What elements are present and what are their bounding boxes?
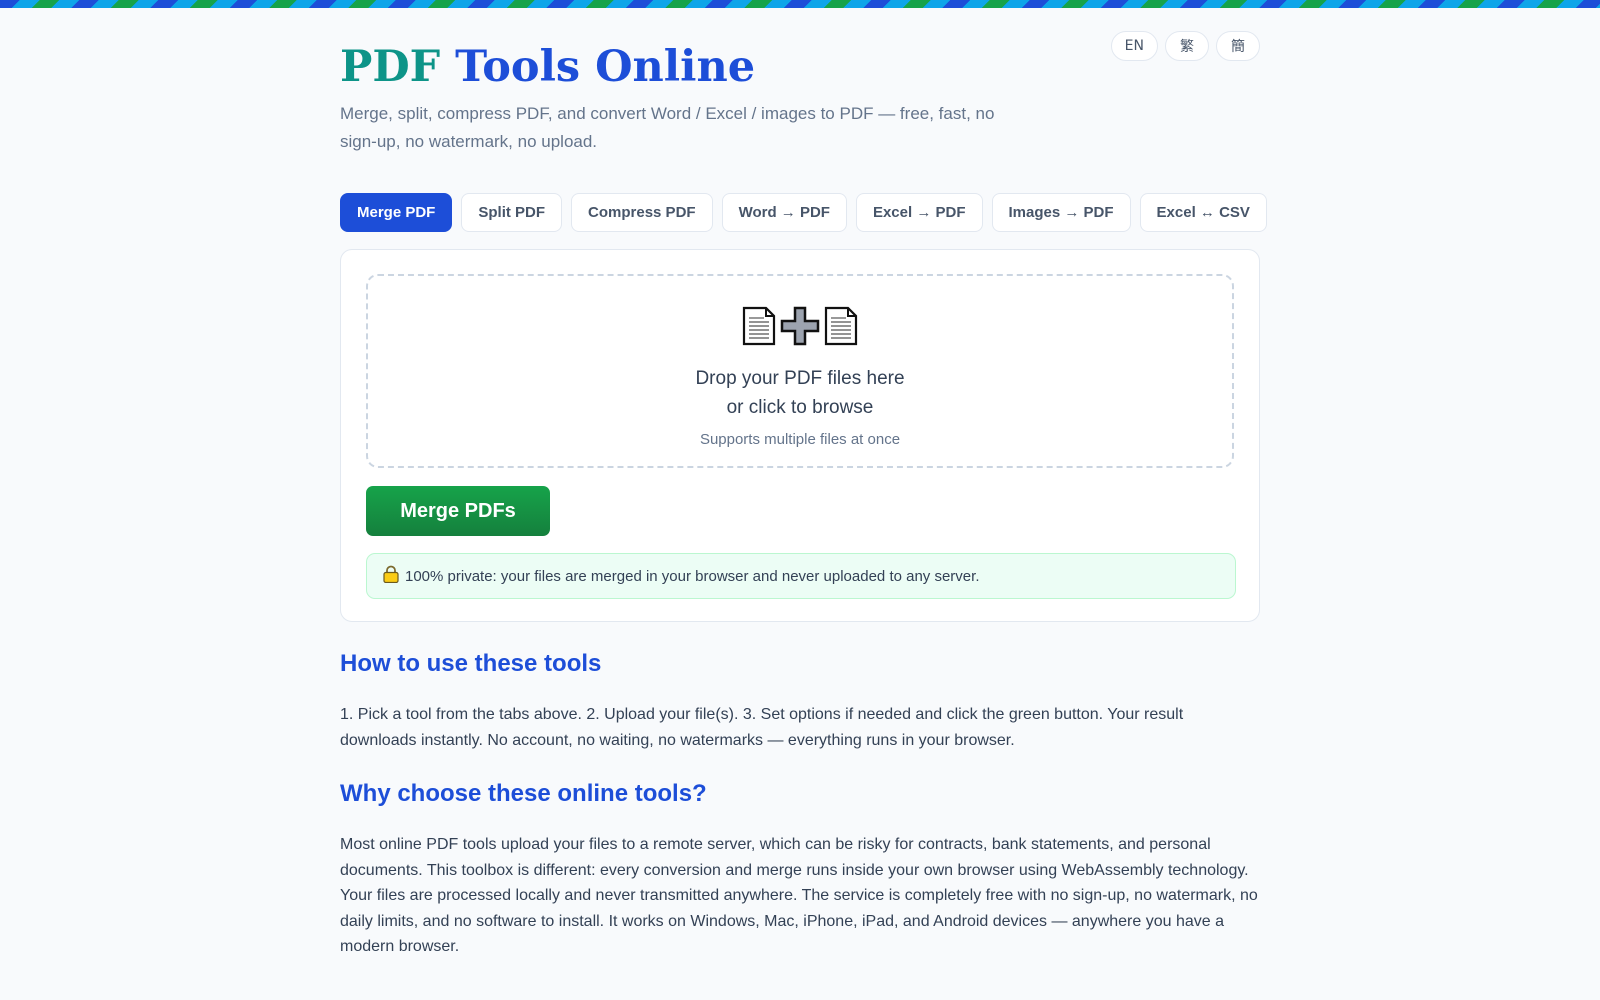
- page-title-rest: Tools Online: [455, 42, 756, 92]
- why-heading: Why choose these online tools?: [340, 780, 707, 807]
- dropzone-subtitle: or click to browse: [726, 397, 874, 418]
- document-icon: [824, 306, 858, 351]
- top-stripe: [0, 0, 1600, 8]
- tab-split-pdf[interactable]: Split PDF: [461, 193, 563, 232]
- dropzone-icons: [368, 306, 1232, 351]
- privacy-notice: 100% private: your files are merged in y…: [366, 553, 1236, 599]
- dropzone-hint: Supports multiple files at once: [699, 431, 901, 448]
- page-title-accent: PDF: [340, 42, 441, 92]
- file-dropzone[interactable]: Drop your PDF files here or click to bro…: [366, 274, 1234, 468]
- page-title: PDF Tools Online: [340, 40, 755, 94]
- tab-excel-to-pdf[interactable]: Excel → PDF: [855, 193, 983, 232]
- tool-card: Drop your PDF files here or click to bro…: [340, 249, 1260, 622]
- howto-heading: How to use these tools: [340, 650, 602, 677]
- lang-button-traditional[interactable]: 繁: [1165, 31, 1209, 61]
- tool-tabs: Merge PDF Split PDF Compress PDF Word → …: [340, 193, 1267, 232]
- tab-merge-pdf[interactable]: Merge PDF: [340, 193, 453, 232]
- plus-icon: [780, 306, 820, 351]
- lang-button-en[interactable]: EN: [1110, 31, 1158, 61]
- dropzone-title: Drop your PDF files here: [695, 368, 905, 389]
- tab-word-to-pdf[interactable]: Word → PDF: [721, 193, 847, 232]
- merge-pdfs-button[interactable]: Merge PDFs: [366, 486, 550, 536]
- why-text: Most online PDF tools upload your files …: [340, 836, 1258, 955]
- lock-icon: [383, 565, 399, 587]
- tab-excel-csv[interactable]: Excel ↔ CSV: [1139, 193, 1267, 232]
- privacy-text: 100% private: your files are merged in y…: [405, 567, 980, 585]
- tab-compress-pdf[interactable]: Compress PDF: [571, 193, 713, 232]
- language-switcher: EN 繁 簡: [1110, 31, 1260, 61]
- tab-images-to-pdf[interactable]: Images → PDF: [991, 193, 1131, 232]
- lang-button-simplified[interactable]: 簡: [1216, 31, 1260, 61]
- page-subtitle: Merge, split, compress PDF, and convert …: [340, 104, 995, 151]
- howto-text: 1. Pick a tool from the tabs above. 2. U…: [340, 706, 1184, 749]
- document-icon: [742, 306, 776, 351]
